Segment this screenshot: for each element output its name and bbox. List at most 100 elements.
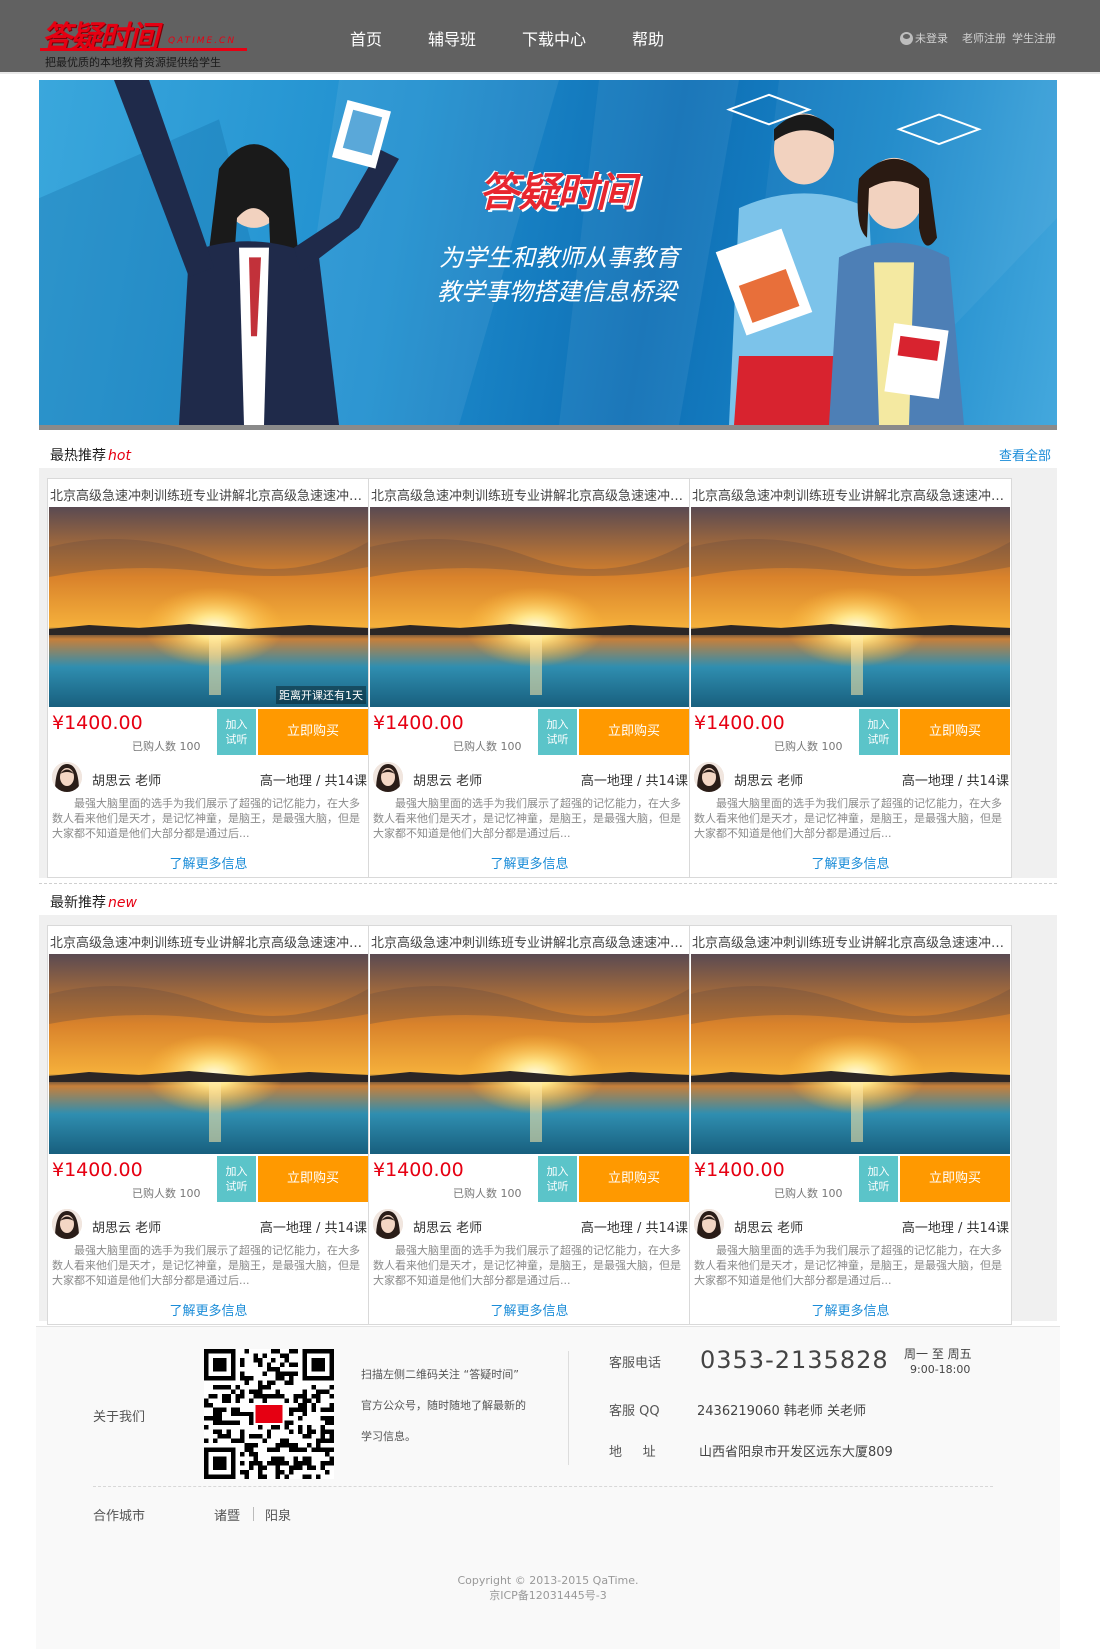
qq-label: 客服 QQ	[609, 1404, 660, 1419]
buy-now-button[interactable]: 立即购买	[579, 1156, 689, 1202]
course-meta: 高一地理 / 共14课	[901, 1221, 1009, 1236]
site-header: 答疑时间 QATIME.CN 把最优质的本地教育资源提供给学生 首页 辅导班 下…	[0, 0, 1100, 74]
new-section-header: 最新推荐 new	[39, 887, 1057, 915]
city-link-zhuji[interactable]: 诸暨	[214, 1505, 240, 1524]
course-title[interactable]: 北京高级急速冲刺训练班专业讲解北京高级急速速冲刺训练班	[692, 485, 1008, 504]
buyer-count: 已购人数 100	[453, 1187, 522, 1200]
course-description: 最强大脑里面的选手为我们展示了超强的记忆能力，在大多数人看来他们是天才，是记忆神…	[373, 1244, 681, 1287]
service-phone: 0353-2135828	[700, 1346, 889, 1374]
main-nav: 首页 辅导班 下载中心 帮助	[350, 26, 710, 50]
course-price: ¥1400.00	[373, 1159, 464, 1181]
course-description: 最强大脑里面的选手为我们展示了超强的记忆能力，在大多数人看来他们是天才，是记忆神…	[694, 797, 1002, 840]
course-cover-image[interactable]	[49, 954, 368, 1154]
course-cover-image[interactable]	[370, 507, 689, 707]
course-cover-image[interactable]	[691, 954, 1010, 1154]
city-separator	[253, 1507, 254, 1521]
copyright: Copyright © 2013-2015 QaTime. 京ICP备12031…	[36, 1573, 1060, 1603]
course-title[interactable]: 北京高级急速冲刺训练班专业讲解北京高级急速速冲刺训练班	[371, 485, 687, 504]
learn-more-link[interactable]: 了解更多信息	[690, 853, 1011, 872]
course-card[interactable]: 北京高级急速冲刺训练班专业讲解北京高级急速速冲刺训练班 ¥1400.00 已购人数 …	[689, 478, 1012, 878]
course-cover-image[interactable]	[370, 954, 689, 1154]
teacher-name: 胡思云 老师	[734, 1221, 804, 1236]
buy-now-button[interactable]: 立即购买	[900, 709, 1010, 755]
buy-now-button[interactable]: 立即购买	[900, 1156, 1010, 1202]
new-course-list: 北京高级急速冲刺训练班专业讲解北京高级急速速冲刺训练班 ¥1400.00 已购人数 …	[39, 915, 1057, 1325]
site-slogan: 把最优质的本地教育资源提供给学生	[45, 56, 221, 69]
view-all-link[interactable]: 查看全部	[999, 445, 1051, 464]
trial-button[interactable]: 加入 试听	[217, 1156, 256, 1202]
course-card[interactable]: 北京高级急速冲刺训练班专业讲解北京高级急速速冲刺训练班 ¥1400.00 已购人数 …	[689, 925, 1012, 1325]
hot-tag: hot	[108, 448, 131, 464]
section-divider	[39, 883, 1057, 884]
logo-underline	[40, 48, 247, 51]
trial-button-label: 加入 试听	[546, 1165, 569, 1193]
trial-button[interactable]: 加入 试听	[538, 1156, 577, 1202]
course-card[interactable]: 北京高级急速冲刺训练班专业讲解北京高级急速速冲刺训练班 ¥1400.00 已购人数 …	[368, 925, 691, 1325]
learn-more-link[interactable]: 了解更多信息	[690, 1300, 1011, 1319]
logo-domain: QATIME.CN	[168, 36, 237, 46]
teacher-avatar	[373, 1209, 403, 1239]
course-price: ¥1400.00	[373, 712, 464, 734]
nav-downloads[interactable]: 下载中心	[522, 26, 586, 50]
footer-divider	[568, 1351, 569, 1465]
trial-button[interactable]: 加入 试听	[538, 709, 577, 755]
trial-button-label: 加入 试听	[225, 718, 248, 746]
course-title[interactable]: 北京高级急速冲刺训练班专业讲解北京高级急速速冲刺训练班	[50, 485, 366, 504]
course-meta: 高一地理 / 共14课	[580, 774, 688, 789]
teacher-avatar	[694, 762, 724, 792]
buy-now-button[interactable]: 立即购买	[579, 709, 689, 755]
teacher-register-link[interactable]: 老师注册	[962, 30, 1006, 46]
trial-button[interactable]: 加入 试听	[217, 709, 256, 755]
buyer-count: 已购人数 100	[132, 1187, 201, 1200]
course-meta: 高一地理 / 共14课	[901, 774, 1009, 789]
course-title[interactable]: 北京高级急速冲刺训练班专业讲解北京高级急速速冲刺训练班	[371, 932, 687, 951]
trial-button-label: 加入 试听	[225, 1165, 248, 1193]
teacher-avatar	[373, 762, 403, 792]
about-us-link[interactable]: 关于我们	[93, 1406, 145, 1425]
trial-button[interactable]: 加入 试听	[859, 709, 898, 755]
course-cover-image[interactable]	[691, 507, 1010, 707]
course-price: ¥1400.00	[694, 712, 785, 734]
learn-more-link[interactable]: 了解更多信息	[369, 1300, 690, 1319]
teacher-avatar	[694, 1209, 724, 1239]
buyer-count: 已购人数 100	[774, 740, 843, 753]
login-link[interactable]: 未登录	[915, 30, 948, 46]
nav-tutoring[interactable]: 辅导班	[428, 26, 476, 50]
learn-more-link[interactable]: 了解更多信息	[48, 1300, 369, 1319]
course-card[interactable]: 北京高级急速冲刺训练班专业讲解北京高级急速速冲刺训练班 ¥1400.00 已购人数 …	[368, 478, 691, 878]
hero-banner[interactable]: 答疑时间 为学生和教师从事教育 教学事物搭建信息桥梁	[39, 80, 1057, 430]
nav-home[interactable]: 首页	[350, 26, 382, 50]
course-meta: 高一地理 / 共14课	[259, 1221, 367, 1236]
course-card[interactable]: 北京高级急速冲刺训练班专业讲解北京高级急速速冲刺训练班 距离开课还有1天 ¥1400…	[47, 478, 370, 878]
learn-more-link[interactable]: 了解更多信息	[48, 853, 369, 872]
address: 山西省阳泉市开发区远东大厦809	[699, 1445, 893, 1460]
city-link-yangquan[interactable]: 阳泉	[265, 1505, 291, 1524]
site-logo[interactable]: 答疑时间 QATIME.CN 把最优质的本地教育资源提供给学生	[40, 10, 250, 70]
course-meta: 高一地理 / 共14课	[259, 774, 367, 789]
trial-button[interactable]: 加入 试听	[859, 1156, 898, 1202]
address-label: 地 址	[609, 1445, 656, 1460]
service-hours: 9:00-18:00	[910, 1363, 971, 1376]
teacher-name: 胡思云 老师	[92, 774, 162, 789]
course-description: 最强大脑里面的选手为我们展示了超强的记忆能力，在大多数人看来他们是天才，是记忆神…	[52, 797, 360, 840]
copyright-text: Copyright © 2013-2015 QaTime.	[457, 1574, 639, 1587]
trial-button-label: 加入 试听	[867, 1165, 890, 1193]
footer-dash-divider	[93, 1486, 993, 1487]
buyer-count: 已购人数 100	[132, 740, 201, 753]
teacher-name: 胡思云 老师	[734, 774, 804, 789]
course-meta: 高一地理 / 共14课	[580, 1221, 688, 1236]
course-description: 最强大脑里面的选手为我们展示了超强的记忆能力，在大多数人看来他们是天才，是记忆神…	[694, 1244, 1002, 1287]
course-title[interactable]: 北京高级急速冲刺训练班专业讲解北京高级急速速冲刺训练班	[692, 932, 1008, 951]
buy-now-button[interactable]: 立即购买	[258, 709, 368, 755]
hot-section-title: 最热推荐 hot	[50, 445, 131, 465]
nav-help[interactable]: 帮助	[632, 26, 664, 50]
buy-now-button[interactable]: 立即购买	[258, 1156, 368, 1202]
course-title[interactable]: 北京高级急速冲刺训练班专业讲解北京高级急速速冲刺训练班	[50, 932, 366, 951]
course-card[interactable]: 北京高级急速冲刺训练班专业讲解北京高级急速速冲刺训练班 ¥1400.00 已购人数 …	[47, 925, 370, 1325]
student-register-link[interactable]: 学生注册	[1012, 30, 1056, 46]
teacher-name: 胡思云 老师	[92, 1221, 162, 1236]
countdown-label: 距离开课还有1天	[276, 686, 366, 704]
course-cover-image[interactable]: 距离开课还有1天	[49, 507, 368, 707]
learn-more-link[interactable]: 了解更多信息	[369, 853, 690, 872]
course-description: 最强大脑里面的选手为我们展示了超强的记忆能力，在大多数人看来他们是天才，是记忆神…	[373, 797, 681, 840]
